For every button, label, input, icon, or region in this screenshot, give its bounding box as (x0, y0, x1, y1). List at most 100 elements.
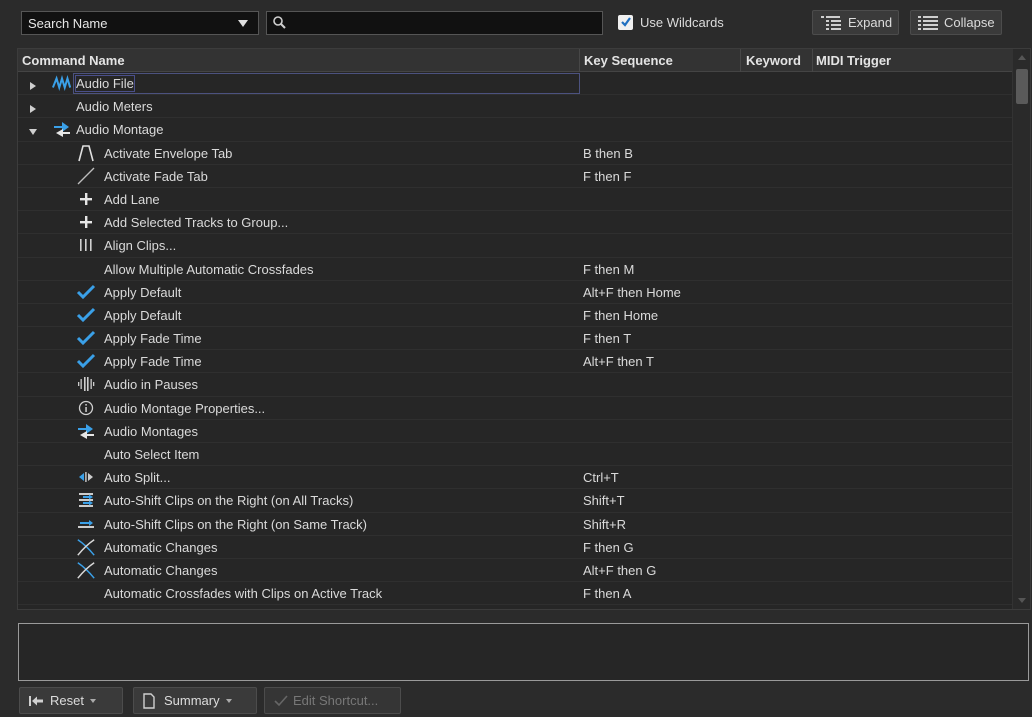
column-divider[interactable] (740, 49, 741, 72)
command-name: Auto-Shift Clips on the Right (on All Tr… (104, 493, 354, 509)
reset-label: Reset (50, 693, 84, 708)
command-row[interactable]: Auto-Shift Clips on the Right (on All Tr… (18, 489, 1012, 513)
command-row[interactable]: Add Selected Tracks to Group... (18, 211, 1012, 235)
command-row[interactable]: Auto Select Item (18, 443, 1012, 467)
command-row[interactable]: Auto-Shift Clips on the Right (on Same T… (18, 513, 1012, 536)
command-row[interactable]: Audio Montage Properties... (18, 397, 1012, 420)
expand-button[interactable]: Expand (812, 10, 900, 35)
command-row[interactable]: Activate Envelope Tab B then B (18, 142, 1012, 165)
command-row[interactable]: Audio Montages (18, 420, 1012, 443)
command-row[interactable]: Apply Default Alt+F then Home (18, 281, 1012, 304)
column-header-command-name[interactable]: Command Name (22, 53, 125, 68)
search-icon (272, 15, 288, 34)
command-name: Audio Montages (104, 423, 198, 439)
command-name: Apply Default (104, 284, 182, 300)
column-header-key-sequence[interactable]: Key Sequence (584, 53, 673, 68)
key-sequence: Shift+R (583, 516, 626, 532)
envelope-icon (76, 144, 96, 162)
command-rows: Audio File Audio Meters Audio Montage Activ… (18, 72, 1012, 606)
command-row[interactable]: Apply Fade Time Alt+F then T (18, 350, 1012, 374)
edit-shortcut-button[interactable]: Edit Shortcut... (264, 687, 401, 714)
command-name: Add Lane (104, 191, 160, 207)
scroll-up-arrow-icon[interactable] (1018, 55, 1026, 60)
collapse-icon (918, 15, 938, 30)
waveform-icon (52, 74, 72, 92)
key-sequence: F then F (583, 168, 632, 184)
tree-header: Command Name Key Sequence Keyword MIDI T… (18, 49, 1012, 72)
selection-outline (73, 73, 580, 94)
column-header-midi-trigger[interactable]: MIDI Trigger (816, 53, 891, 68)
vertical-scrollbar[interactable] (1012, 49, 1030, 609)
command-row[interactable]: Audio File (18, 72, 1012, 96)
command-name: Apply Fade Time (104, 331, 202, 347)
command-row[interactable]: Allow Multiple Automatic Crossfades F the… (18, 258, 1012, 281)
key-sequence: F then G (583, 539, 634, 555)
command-row[interactable]: Audio in Pauses (18, 373, 1012, 397)
search-input[interactable] (266, 11, 603, 35)
info-icon (76, 399, 96, 417)
checkmark-icon (76, 283, 96, 301)
command-name: Auto Split... (104, 470, 171, 486)
plus-icon (76, 190, 96, 208)
reset-button[interactable]: Reset (19, 687, 123, 714)
command-row[interactable]: Automatic Changes Alt+F then G (18, 559, 1012, 583)
split-icon (76, 468, 96, 486)
use-wildcards-label: Use Wildcards (640, 14, 724, 30)
command-row[interactable]: Automatic Crossfades with Clips on Activ… (18, 582, 1012, 606)
checkmark-icon (76, 306, 96, 324)
command-row[interactable]: Add Lane (18, 188, 1012, 212)
command-row[interactable]: Automatic Changes F then G (18, 536, 1012, 559)
scrollbar-thumb[interactable] (1016, 69, 1028, 104)
montage-icon (76, 422, 96, 440)
montage-icon (52, 120, 72, 138)
key-sequence: F then Home (583, 307, 659, 323)
key-sequence: Alt+F then T (583, 354, 654, 370)
command-name: Auto Select Item (104, 447, 200, 462)
scroll-down-arrow-icon[interactable] (1018, 598, 1026, 603)
use-wildcards-checkbox[interactable] (618, 14, 633, 30)
audio-pauses-icon (76, 375, 96, 393)
collapse-button[interactable]: Collapse (910, 10, 1002, 35)
command-name: Activate Fade Tab (104, 168, 208, 184)
summary-button[interactable]: Summary (133, 687, 257, 714)
search-type-dropdown[interactable]: Search Name (21, 11, 259, 35)
command-name: Apply Default (104, 307, 182, 323)
command-row[interactable]: Activate Fade Tab F then F (18, 165, 1012, 188)
command-name: Automatic Changes (104, 539, 218, 555)
use-wildcards-toggle[interactable]: Use Wildcards (618, 12, 724, 32)
command-name: Automatic Crossfades with Clips on Activ… (104, 586, 383, 602)
column-header-keyword[interactable]: Keyword (746, 53, 801, 68)
command-row[interactable]: Audio Meters (18, 95, 1012, 119)
collapsed-arrow-icon[interactable] (28, 102, 38, 117)
expand-label: Expand (848, 15, 893, 30)
key-sequence: F then T (583, 331, 632, 347)
document-icon (143, 692, 155, 709)
key-sequence: B then B (583, 145, 633, 161)
column-divider[interactable] (579, 49, 580, 72)
command-row[interactable]: Auto Split... Ctrl+T (18, 466, 1012, 490)
reset-icon (29, 695, 43, 706)
command-name: Align Clips... (104, 238, 177, 254)
summary-label: Summary (164, 693, 220, 708)
plus-icon (76, 213, 96, 231)
checkmark-icon (76, 352, 96, 370)
command-row[interactable]: Align Clips... (18, 234, 1012, 258)
collapsed-arrow-icon[interactable] (28, 79, 38, 94)
command-row[interactable]: Audio Montage (18, 118, 1012, 142)
shift-all-icon (76, 491, 96, 509)
command-row[interactable]: Apply Default F then Home (18, 304, 1012, 328)
key-sequence: Alt+F then G (583, 562, 657, 578)
column-divider[interactable] (812, 49, 813, 72)
command-name: Apply Fade Time (104, 354, 202, 370)
command-name: Audio Montage (76, 122, 164, 138)
toolbar: Search Name Use Wildcards Expand Collaps… (0, 0, 1032, 40)
chevron-down-icon (238, 20, 248, 27)
chevron-down-icon (225, 698, 232, 703)
edit-shortcut-label: Edit Shortcut... (293, 693, 379, 708)
expanded-arrow-icon[interactable] (28, 125, 38, 140)
chevron-down-icon (89, 698, 96, 703)
command-name: Audio File (75, 75, 135, 92)
command-name: Activate Envelope Tab (104, 145, 233, 161)
command-description-box (18, 623, 1029, 681)
command-row[interactable]: Apply Fade Time F then T (18, 327, 1012, 351)
